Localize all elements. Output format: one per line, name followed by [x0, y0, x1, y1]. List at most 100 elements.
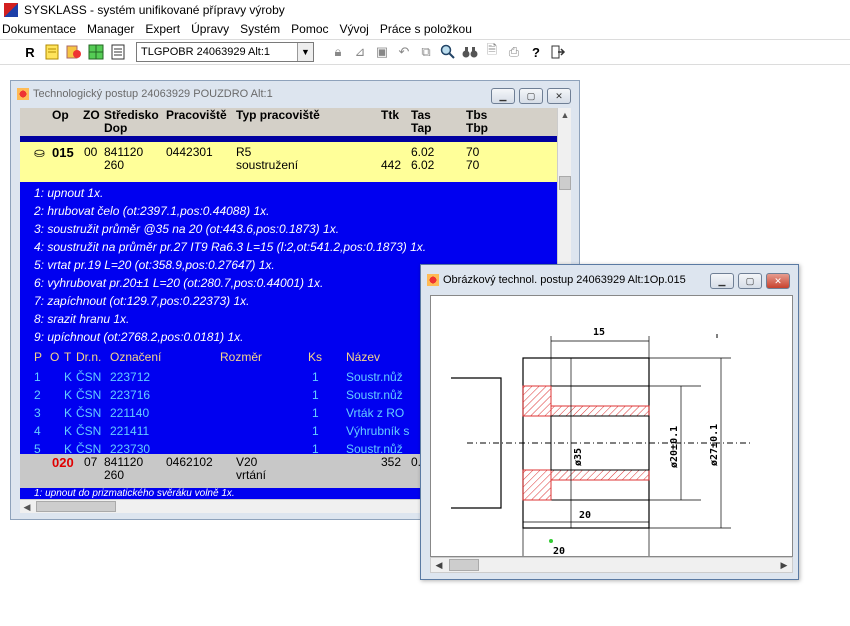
- operation-icon: ⛀: [34, 145, 45, 160]
- copy-icon[interactable]: ⧉: [416, 42, 436, 62]
- app-title: SYSKLASS - systém unifikované přípravy v…: [24, 3, 285, 17]
- tool-nazev: Soustr.nůž: [346, 370, 403, 384]
- menu-dokumentace[interactable]: Dokumentace: [2, 22, 76, 36]
- drawing-window: Obrázkový technol. postup 24063929 Alt:1…: [420, 264, 799, 580]
- minimize-button[interactable]: ▁: [710, 273, 734, 289]
- operation-row-015[interactable]: ⛀ 015 00 841120 260 0442301 R5 soustruže…: [20, 142, 557, 182]
- scroll-left-icon[interactable]: ◀: [431, 558, 447, 572]
- chevron-down-icon[interactable]: ▼: [297, 43, 313, 61]
- document-select-value: TLGPOBR 24063929 Alt:1: [141, 46, 271, 58]
- grid-icon[interactable]: [86, 42, 106, 62]
- step-5[interactable]: 5: vrtat pr.19 L=20 (ot:358.9,pos:0.2764…: [34, 256, 426, 274]
- r-button[interactable]: R: [20, 42, 40, 62]
- exit-icon[interactable]: [548, 42, 568, 62]
- op-zo: 00: [84, 145, 98, 159]
- scroll-left-icon[interactable]: ◀: [20, 500, 34, 514]
- help-icon[interactable]: ?: [526, 42, 546, 62]
- op-pracoviste: 0442301: [166, 145, 213, 159]
- tools-col-nazev: Název: [346, 350, 381, 364]
- tool-ks: 1: [312, 424, 319, 438]
- process-list-header: Op ZO Středisko Dop Pracoviště Typ praco…: [20, 108, 557, 136]
- menu-system[interactable]: Systém: [240, 22, 280, 36]
- col-op: Op: [52, 108, 69, 122]
- op-dop: 260: [104, 158, 125, 172]
- menu-pomoc[interactable]: Pomoc: [291, 22, 328, 36]
- step-2[interactable]: 2: hrubovat čelo (ot:2397.1,pos:0.44088)…: [34, 202, 426, 220]
- app-logo-icon: [4, 3, 18, 17]
- preview-icon[interactable]: 🗎︎: [482, 42, 502, 62]
- hatch-bottom: [550, 469, 650, 481]
- tools-col-ks: Ks: [308, 350, 323, 364]
- close-button[interactable]: ✕: [766, 273, 790, 289]
- menubar: Dokumentace Manager Expert Úpravy Systém…: [0, 20, 850, 38]
- scroll-right-icon[interactable]: ▶: [776, 558, 792, 572]
- calendar-icon[interactable]: [108, 42, 128, 62]
- scroll-thumb[interactable]: [559, 176, 571, 190]
- drawing-horizontal-scrollbar[interactable]: ◀ ▶: [430, 557, 793, 573]
- col-pracoviste: Pracoviště: [166, 108, 227, 122]
- technical-drawing: 15 20 ø35 ø20±0.1 ø27±0.1 20: [430, 295, 793, 557]
- col-dop: Dop: [104, 121, 128, 135]
- dim-diameter-27: ø27±0.1: [709, 424, 720, 466]
- step-3[interactable]: 3: soustružit průměr @35 na 20 (ot:443.6…: [34, 220, 426, 238]
- step-1[interactable]: 1: upnout 1x.: [34, 184, 426, 202]
- scroll-thumb[interactable]: [449, 559, 479, 571]
- hatch-bottom-left: [522, 469, 552, 501]
- restore-button[interactable]: ▢: [738, 273, 762, 289]
- zoom-icon[interactable]: [438, 42, 458, 62]
- scroll-up-icon[interactable]: ▲: [558, 108, 571, 122]
- drawing-svg: 15 20 ø35 ø20±0.1 ø27±0.1 20: [451, 327, 751, 557]
- lock-icon[interactable]: 🔒︎: [328, 42, 348, 62]
- document-select[interactable]: TLGPOBR 24063929 Alt:1 ▼: [136, 42, 314, 62]
- tool-drn: ČSN: [76, 406, 102, 420]
- stamp-icon[interactable]: [64, 42, 84, 62]
- minimize-button[interactable]: ▁: [491, 88, 515, 104]
- tools-col-p: P: [34, 350, 43, 364]
- tool-nazev: Vrták z RO: [346, 406, 405, 420]
- tool-oznaceni: 223712: [110, 370, 151, 384]
- tool-p: 1: [34, 370, 41, 384]
- tool-t: K: [64, 388, 73, 402]
- close-button[interactable]: ✕: [547, 88, 571, 104]
- scroll-thumb[interactable]: [36, 501, 116, 512]
- tool-t: K: [64, 424, 73, 438]
- document-icon[interactable]: [42, 42, 62, 62]
- op-number: 015: [52, 145, 74, 160]
- dim-diameter-20: ø20±0.1: [669, 426, 680, 468]
- tool-oznaceni: 221140: [110, 406, 150, 420]
- col-typ-pracoviste: Typ pracoviště: [236, 108, 320, 122]
- step-6[interactable]: 6: vyhrubovat pr.20±1 L=20 (ot:280.7,pos…: [34, 274, 426, 292]
- tool-p: 4: [34, 424, 41, 438]
- tool-ks: 1: [312, 388, 319, 402]
- restore-button[interactable]: ▢: [519, 88, 543, 104]
- menu-upravy[interactable]: Úpravy: [191, 22, 229, 36]
- print-icon[interactable]: ⎙: [504, 42, 524, 62]
- tool-oznaceni: 223716: [110, 388, 151, 402]
- save-icon[interactable]: ▣: [372, 42, 392, 62]
- tools-col-oznaceni: Označení: [110, 350, 162, 364]
- chart-icon[interactable]: ⊿: [350, 42, 370, 62]
- undo-icon[interactable]: ↶: [394, 42, 414, 62]
- menu-prace-s-polozkou[interactable]: Práce s položkou: [380, 22, 472, 36]
- col-ttk: Ttk: [381, 108, 399, 122]
- step-8[interactable]: 8: srazit hranu 1x.: [34, 310, 426, 328]
- op2-zo: 07: [84, 455, 98, 469]
- step-4[interactable]: 4: soustružit na průměr pr.27 IT9 Ra6.3 …: [34, 238, 426, 256]
- hatch-top-left: [522, 385, 552, 417]
- step-7[interactable]: 7: zapíchnout (ot:129.7,pos:0.22373) 1x.: [34, 292, 426, 310]
- op-ttk: 442: [381, 158, 402, 172]
- marker-dot: [549, 539, 553, 543]
- dim-20-lower: 20: [553, 546, 565, 557]
- app-window-icon: [17, 88, 29, 100]
- menu-manager[interactable]: Manager: [87, 22, 134, 36]
- tools-col-drn: Dr.n.: [76, 350, 102, 364]
- menu-expert[interactable]: Expert: [145, 22, 180, 36]
- tool-t: K: [64, 370, 73, 384]
- step-9[interactable]: 9: upíchnout (ot:2768.2,pos:0.0181) 1x.: [34, 328, 426, 346]
- tools-col-t: T: [64, 350, 72, 364]
- menu-vyvoj[interactable]: Vývoj: [340, 22, 369, 36]
- binoculars-icon[interactable]: [460, 42, 480, 62]
- op-tbp: 70: [466, 158, 480, 172]
- col-zo: ZO: [83, 108, 100, 122]
- op2-number: 020: [52, 455, 74, 470]
